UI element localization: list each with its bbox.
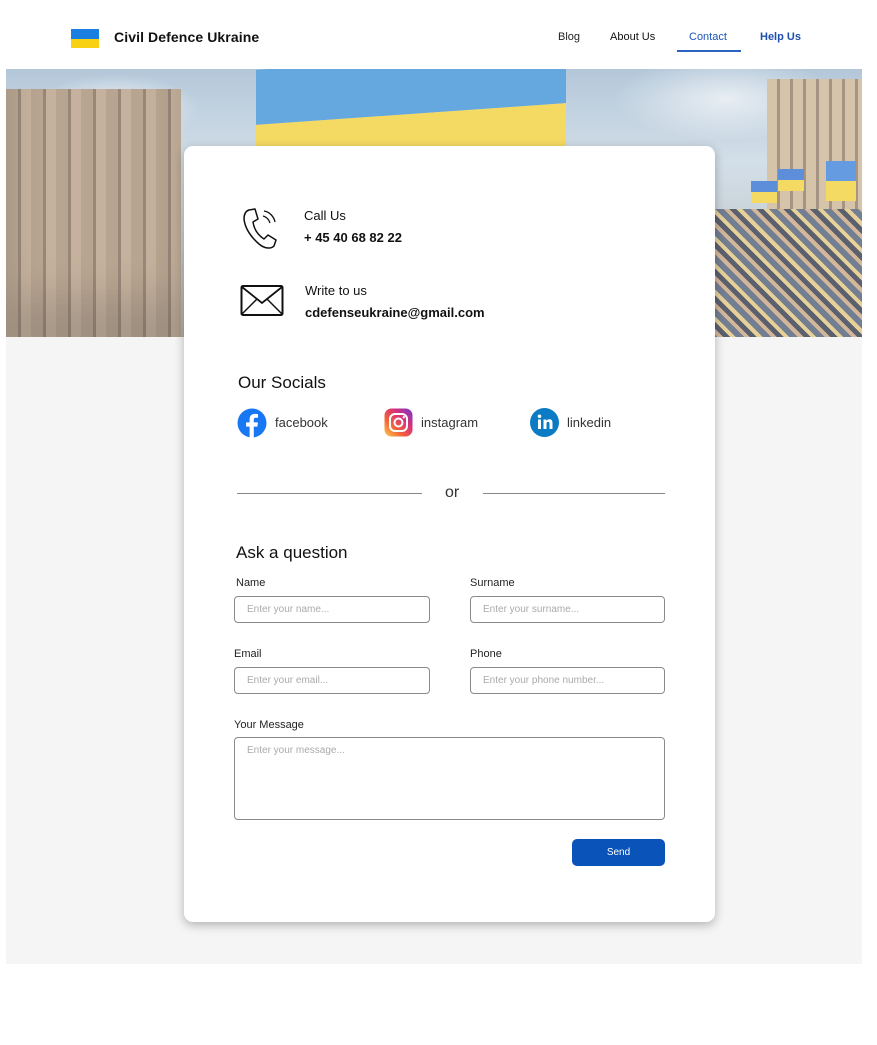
- phone-input[interactable]: Enter your phone number...: [470, 667, 665, 694]
- divider-or: or: [445, 484, 460, 501]
- send-button[interactable]: Send: [572, 839, 665, 866]
- divider-line-left: [237, 493, 422, 494]
- linkedin-link[interactable]: linkedin: [567, 415, 611, 430]
- contact-card: Call Us + 45 40 68 82 22 Write to us cde…: [184, 146, 715, 922]
- ukraine-flag-icon: [71, 29, 99, 48]
- instagram-icon[interactable]: [384, 408, 413, 437]
- nav-active-underline: [677, 50, 741, 52]
- call-us-label: Call Us: [304, 208, 346, 223]
- nav-help-us[interactable]: Help Us: [760, 31, 801, 43]
- surname-label: Surname: [470, 577, 515, 589]
- form-title: Ask a question: [236, 543, 348, 562]
- mail-icon: [240, 285, 284, 316]
- email-input[interactable]: Enter your email...: [234, 667, 430, 694]
- nav-blog[interactable]: Blog: [558, 31, 580, 43]
- header: Civil Defence Ukraine Blog About Us Cont…: [6, 5, 862, 69]
- write-to-us-label: Write to us: [305, 283, 367, 298]
- nav-about-us[interactable]: About Us: [610, 31, 655, 43]
- divider-line-right: [483, 493, 665, 494]
- email-address[interactable]: cdefenseukraine@gmail.com: [305, 305, 485, 320]
- brand-name[interactable]: Civil Defence Ukraine: [114, 29, 259, 45]
- facebook-link[interactable]: facebook: [275, 415, 328, 430]
- name-label: Name: [236, 577, 266, 589]
- surname-input[interactable]: Enter your surname...: [470, 596, 665, 623]
- nav-contact[interactable]: Contact: [689, 31, 727, 43]
- facebook-icon[interactable]: [237, 408, 267, 438]
- instagram-link[interactable]: instagram: [421, 415, 478, 430]
- socials-title: Our Socials: [238, 373, 326, 392]
- message-label: Your Message: [234, 719, 304, 731]
- name-input[interactable]: Enter your name...: [234, 596, 430, 623]
- linkedin-icon[interactable]: [530, 408, 559, 437]
- phone-number[interactable]: + 45 40 68 82 22: [304, 230, 402, 245]
- phone-icon: [243, 208, 277, 249]
- email-label: Email: [234, 648, 262, 660]
- message-textarea[interactable]: Enter your message...: [234, 737, 665, 820]
- phone-label: Phone: [470, 648, 502, 660]
